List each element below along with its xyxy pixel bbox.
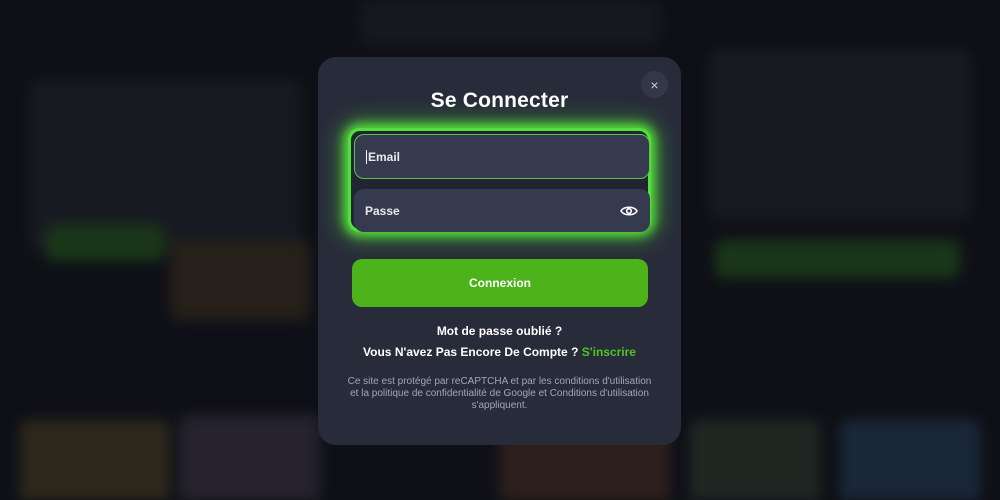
- forgot-password-link[interactable]: Mot de passe oublié ?: [318, 324, 681, 338]
- email-field[interactable]: Email: [354, 134, 650, 179]
- legal-notice: Ce site est protégé par reCAPTCHA et par…: [347, 376, 652, 411]
- eye-icon[interactable]: [620, 205, 638, 217]
- login-modal: × Se Connecter Email Passe Connexion Mot…: [318, 57, 681, 445]
- signup-prompt: Vous N'avez Pas Encore De Compte ? S'ins…: [318, 345, 681, 359]
- text-cursor: [366, 149, 367, 164]
- signup-link[interactable]: S'inscrire: [582, 345, 636, 359]
- no-account-text: Vous N'avez Pas Encore De Compte ?: [363, 345, 579, 359]
- password-field[interactable]: Passe: [354, 189, 650, 232]
- modal-title: Se Connecter: [430, 89, 569, 112]
- credentials-group: Email Passe: [348, 128, 651, 232]
- login-button[interactable]: Connexion: [352, 259, 648, 307]
- email-placeholder: Email: [368, 149, 401, 164]
- password-placeholder: Passe: [365, 203, 400, 218]
